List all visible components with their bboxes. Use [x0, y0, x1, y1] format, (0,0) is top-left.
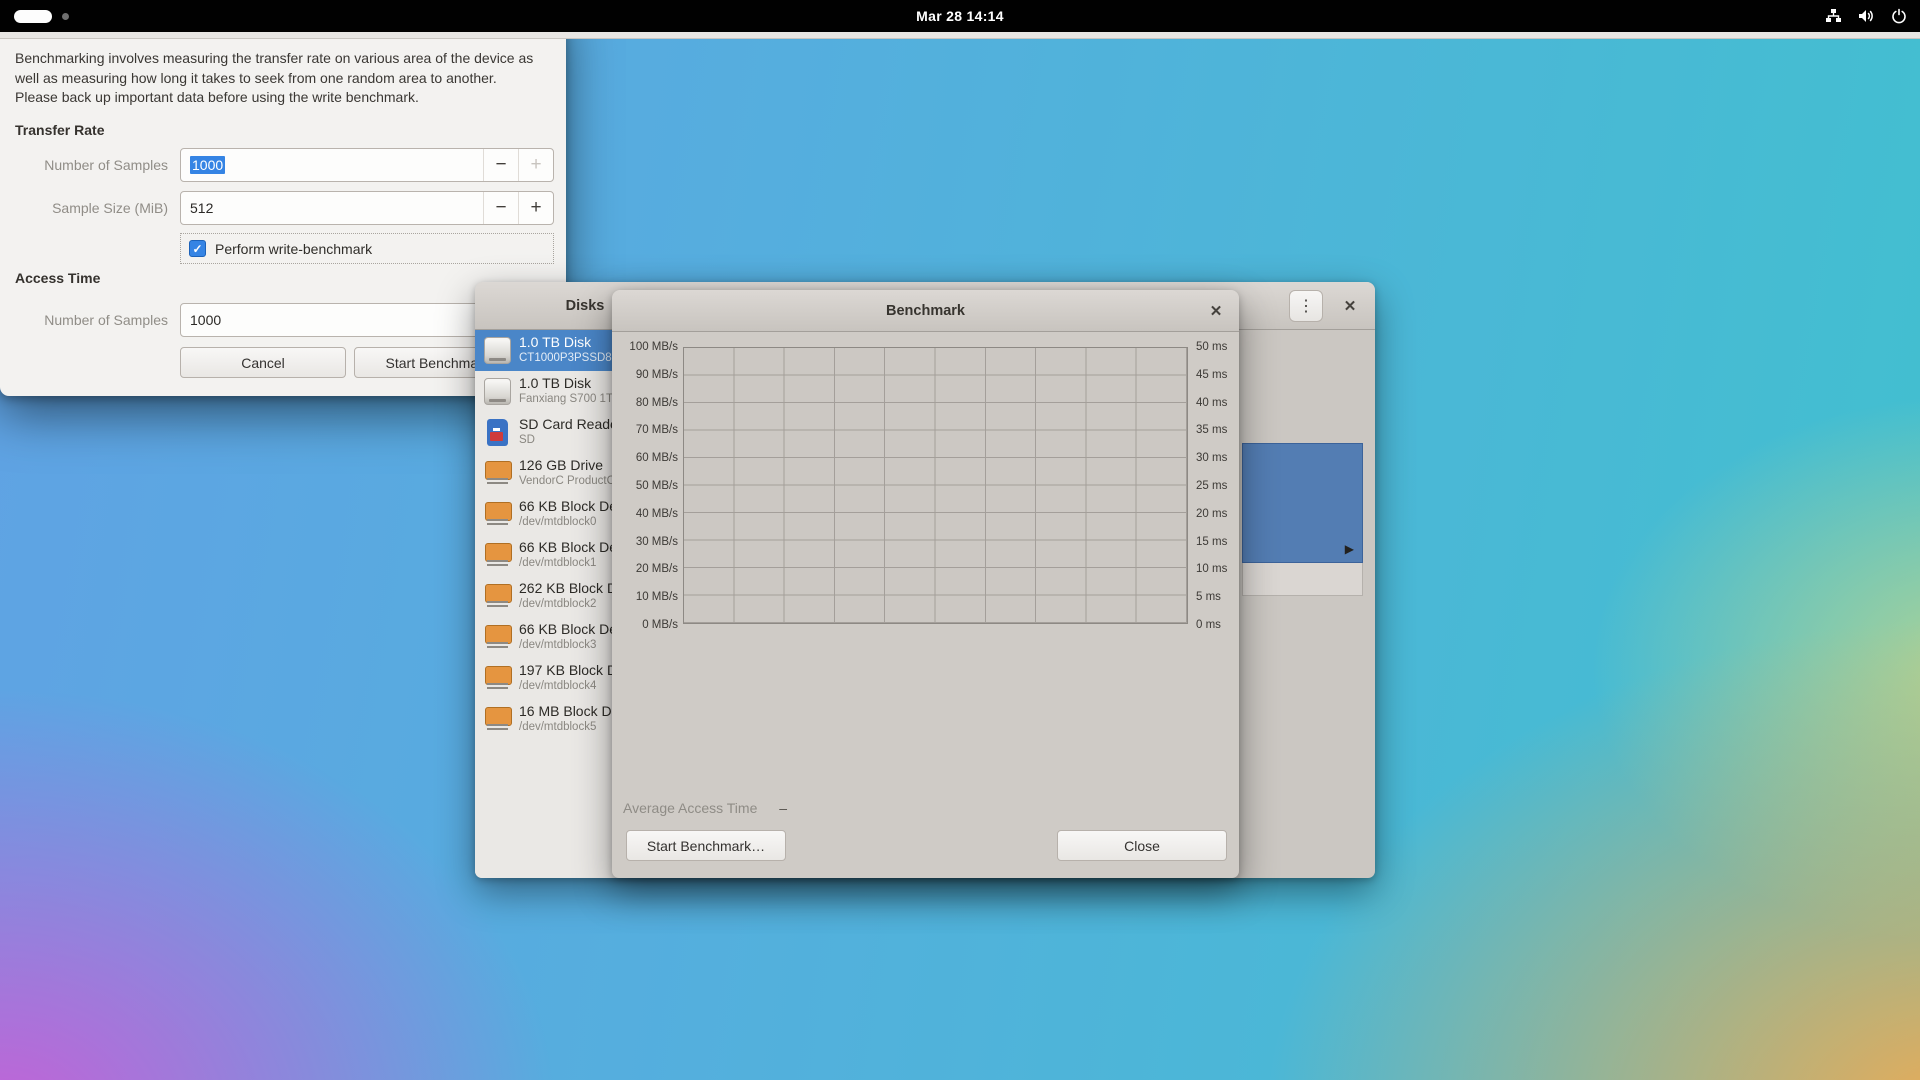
disk-icon — [484, 624, 511, 651]
chart-left-axis: 100 MB/s 90 MB/s 80 MB/s 70 MB/s 60 MB/s 50 M… — [612, 338, 678, 634]
checkbox-checked-icon[interactable]: ✓ — [189, 240, 206, 257]
volume-map-segment[interactable]: ▶ — [1242, 443, 1363, 563]
disk-icon — [484, 460, 511, 487]
right-axis-tick-label: 20 ms — [1196, 505, 1238, 523]
right-axis-tick-label: 5 ms — [1196, 588, 1238, 606]
benchmark-close-window-button[interactable]: Close — [1057, 830, 1227, 861]
right-axis-tick-label: 10 ms — [1196, 560, 1238, 578]
right-axis-tick-label: 35 ms — [1196, 421, 1238, 439]
start-benchmark-button[interactable]: Start Benchmark… — [626, 830, 786, 861]
active-workspace-pill[interactable] — [14, 10, 52, 23]
access-time-heading: Access Time — [15, 270, 100, 286]
benchmark-window: Benchmark ✕ 100 MB/s 90 MB/s 80 MB/s 70 MB/… — [612, 290, 1239, 878]
right-axis-tick-label: 45 ms — [1196, 366, 1238, 384]
perform-write-benchmark-label: Perform write-benchmark — [215, 241, 372, 257]
sample-size-label: Sample Size (MiB) — [0, 191, 168, 225]
left-axis-tick-label: 60 MB/s — [612, 449, 678, 467]
sample-size-row: Sample Size (MiB) 512 − + — [0, 191, 566, 225]
power-icon — [1890, 7, 1908, 25]
plus-button[interactable]: + — [518, 149, 553, 181]
left-axis-tick-label: 100 MB/s — [612, 338, 678, 356]
left-axis-tick-label: 20 MB/s — [612, 560, 678, 578]
minus-button[interactable]: − — [483, 192, 518, 224]
menu-kebab-button[interactable]: ⋮ — [1289, 290, 1323, 322]
perform-write-benchmark-row[interactable]: ✓ Perform write-benchmark — [180, 233, 554, 264]
chart-right-axis: 50 ms 45 ms 40 ms 35 ms 30 ms 25 ms 20 ms 15 ms… — [1196, 338, 1238, 634]
right-axis-tick-label: 15 ms — [1196, 533, 1238, 551]
benchmark-chart-plot — [683, 347, 1188, 624]
right-axis-tick-label: 40 ms — [1196, 394, 1238, 412]
right-axis-tick-label: 50 ms — [1196, 338, 1238, 356]
disk-icon — [484, 542, 511, 569]
number-of-samples-row: Number of Samples 1000 − + — [0, 148, 566, 182]
play-icon: ▶ — [1345, 542, 1354, 556]
left-axis-tick-label: 0 MB/s — [612, 616, 678, 634]
disk-icon — [484, 501, 511, 528]
left-axis-tick-label: 90 MB/s — [612, 366, 678, 384]
number-of-samples-input[interactable]: 1000 — [181, 149, 483, 181]
sample-size-input[interactable]: 512 — [181, 192, 483, 224]
disk-icon — [484, 583, 511, 610]
left-axis-tick-label: 30 MB/s — [612, 533, 678, 551]
left-axis-tick-label: 50 MB/s — [612, 477, 678, 495]
left-axis-tick-label: 70 MB/s — [612, 421, 678, 439]
average-access-time-row: Average Access Time – — [623, 800, 787, 816]
benchmark-close-button[interactable]: ✕ — [1203, 298, 1229, 324]
access-time-samples-label: Number of Samples — [0, 303, 168, 337]
workspace-indicator[interactable] — [14, 0, 69, 32]
clock[interactable]: Mar 28 14:14 — [916, 8, 1004, 24]
benchmark-window-title: Benchmark — [886, 303, 965, 319]
settings-description: Benchmarking involves measuring the tran… — [15, 49, 555, 108]
right-axis-tick-label: 0 ms — [1196, 616, 1238, 634]
sample-size-spinbox[interactable]: 512 − + — [180, 191, 554, 225]
disk-icon — [484, 706, 511, 733]
disks-close-button[interactable]: ✕ — [1337, 293, 1363, 319]
average-access-time-label: Average Access Time — [623, 800, 757, 816]
top-bar: Mar 28 14:14 — [0, 0, 1920, 32]
inactive-workspace-dot[interactable] — [62, 13, 69, 20]
network-wired-icon — [1824, 7, 1842, 25]
number-of-samples-label: Number of Samples — [0, 148, 168, 182]
left-axis-tick-label: 80 MB/s — [612, 394, 678, 412]
number-of-samples-spinbox[interactable]: 1000 − + — [180, 148, 554, 182]
disk-icon — [484, 337, 511, 364]
disk-icon — [484, 665, 511, 692]
cancel-button[interactable]: Cancel — [180, 347, 346, 378]
system-status-area[interactable] — [1824, 0, 1908, 32]
benchmark-titlebar[interactable]: Benchmark ✕ — [612, 290, 1239, 332]
disk-icon — [484, 419, 511, 446]
right-axis-tick-label: 30 ms — [1196, 449, 1238, 467]
volume-icon — [1857, 7, 1875, 25]
access-time-samples-input[interactable]: 1000 — [181, 304, 483, 336]
right-axis-tick-label: 25 ms — [1196, 477, 1238, 495]
selected-text: 1000 — [190, 156, 225, 174]
transfer-rate-heading: Transfer Rate — [15, 122, 104, 138]
plus-button[interactable]: + — [518, 192, 553, 224]
average-access-time-value: – — [779, 800, 787, 816]
disk-icon — [484, 378, 511, 405]
left-axis-tick-label: 10 MB/s — [612, 588, 678, 606]
volume-toolbar-strip — [1242, 563, 1363, 596]
left-axis-tick-label: 40 MB/s — [612, 505, 678, 523]
minus-button[interactable]: − — [483, 149, 518, 181]
